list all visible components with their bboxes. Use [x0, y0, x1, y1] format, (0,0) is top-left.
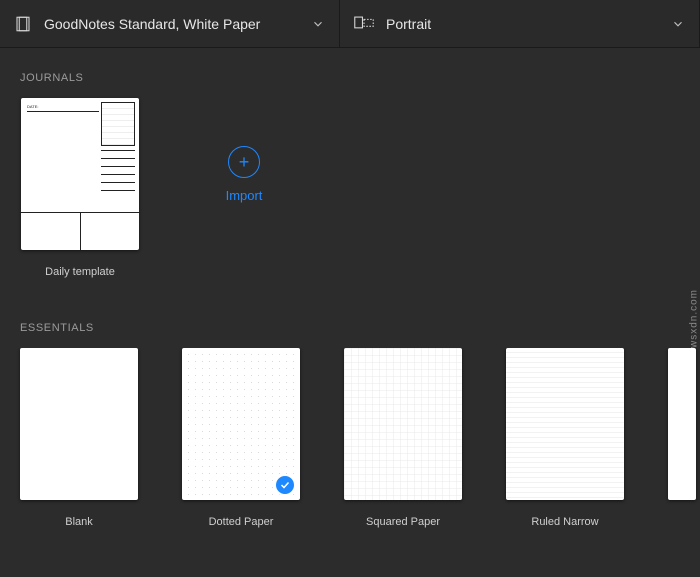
chevron-down-icon	[311, 17, 325, 31]
import-label: Import	[226, 188, 263, 203]
orientation-icon	[354, 15, 374, 33]
template-thumb	[182, 348, 300, 500]
template-thumb	[20, 348, 138, 500]
template-ruled-narrow[interactable]: Ruled Narrow	[506, 348, 624, 528]
paper-dropdown[interactable]: GoodNotes Standard, White Paper	[0, 0, 340, 47]
template-blank[interactable]: Blank	[20, 348, 138, 528]
paper-label: GoodNotes Standard, White Paper	[44, 16, 299, 32]
plus-icon: +	[228, 146, 260, 178]
template-label: Daily template	[45, 266, 115, 278]
journals-header: JOURNALS	[0, 48, 700, 98]
chevron-down-icon	[671, 17, 685, 31]
template-dotted[interactable]: Dotted Paper	[182, 348, 300, 528]
paper-icon	[14, 15, 32, 33]
template-squared[interactable]: Squared Paper	[344, 348, 462, 528]
essentials-header: ESSENTIALS	[0, 278, 700, 348]
template-thumb	[506, 348, 624, 500]
template-peek[interactable]	[668, 348, 696, 500]
template-thumb: DATE:	[21, 98, 139, 250]
template-thumb	[344, 348, 462, 500]
orientation-label: Portrait	[386, 16, 659, 32]
template-label: Dotted Paper	[209, 516, 274, 528]
template-label: Blank	[65, 516, 93, 528]
template-label: Squared Paper	[366, 516, 440, 528]
import-button[interactable]: + Import	[184, 98, 304, 250]
template-daily[interactable]: DATE: Daily template	[20, 98, 140, 278]
selected-check-icon	[274, 474, 296, 496]
orientation-dropdown[interactable]: Portrait	[340, 0, 700, 47]
template-label: Ruled Narrow	[531, 516, 598, 528]
watermark: wsxdn.com	[689, 289, 700, 348]
